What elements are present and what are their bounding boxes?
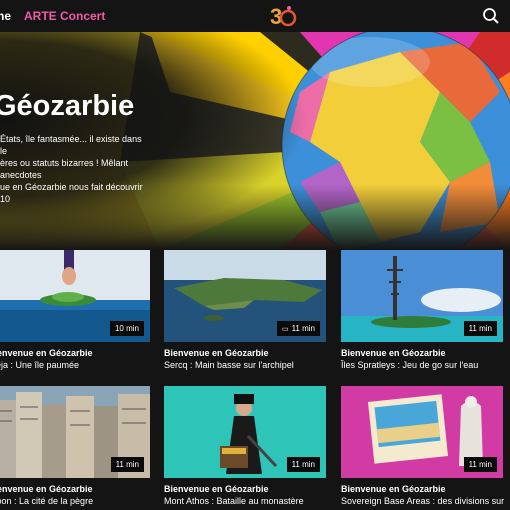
hero-banner[interactable]: Géozarbie États, île fantasmée... il exi… bbox=[0, 32, 510, 250]
video-thumbnail[interactable]: 11 min bbox=[0, 386, 150, 478]
video-thumbnail[interactable]: 11 min bbox=[164, 386, 326, 478]
search-icon[interactable] bbox=[482, 7, 500, 25]
video-thumbnail[interactable]: 10 min bbox=[0, 250, 150, 342]
card-title[interactable]: rnejа : Une île paumée bbox=[0, 360, 150, 370]
card-title[interactable]: Mont Athos : Bataille au monastère bbox=[164, 496, 326, 506]
duration-badge: 10 min bbox=[109, 321, 144, 336]
card-series-label: Bienvenue en Géozarbie bbox=[341, 348, 446, 358]
hero-description: États, île fantasmée... il existe dans l… bbox=[0, 134, 143, 204]
nav-item-arte-concert[interactable]: ARTE Concert bbox=[24, 9, 105, 23]
video-card[interactable]: ▭ 11 min Bienvenue en Géozarbie Sercq : M… bbox=[164, 250, 326, 370]
hero-title: Géozarbie bbox=[0, 90, 135, 122]
nav-item-home[interactable]: ne bbox=[0, 9, 11, 23]
video-card[interactable]: 11 min Bienvenue en Géozarbie Îles Sprat… bbox=[341, 250, 503, 370]
duration-badge: 11 min bbox=[110, 457, 144, 472]
video-card[interactable]: 11 min Bienvenue en Géozarbie wloon : La… bbox=[0, 386, 150, 506]
card-series-label: Bienvenue en Géozarbie bbox=[0, 484, 93, 494]
duration-badge: 11 min bbox=[286, 457, 320, 472]
top-navigation: ne ARTE Concert 3 bbox=[0, 0, 510, 32]
card-title[interactable]: wloon : La cité de la pègre bbox=[0, 496, 150, 506]
card-series-label: Bienvenue en Géozarbie bbox=[341, 484, 446, 494]
duration-badge: 11 min bbox=[463, 321, 497, 336]
card-series-label: Bienvenue en Géozarbie bbox=[164, 348, 269, 358]
duration-badge: ▭ 11 min bbox=[276, 321, 320, 336]
card-series-label: Bienvenue en Géozarbie bbox=[164, 484, 269, 494]
video-thumbnail[interactable]: ▭ 11 min bbox=[164, 250, 326, 342]
card-title[interactable]: Sovereign Base Areas : des divisions sur bbox=[341, 496, 504, 506]
video-card[interactable]: 10 min Bienvenue en Géozarbie rnejа : Un… bbox=[0, 250, 150, 370]
arte-30-logo[interactable]: 3 bbox=[268, 2, 298, 30]
video-thumbnail[interactable]: 11 min bbox=[341, 386, 503, 478]
subtitles-icon: ▭ bbox=[281, 326, 289, 333]
card-title[interactable]: Îles Spratleys : Jeu de go sur l'eau bbox=[341, 360, 503, 370]
card-series-label: Bienvenue en Géozarbie bbox=[0, 348, 93, 358]
video-thumbnail[interactable]: 11 min bbox=[341, 250, 503, 342]
card-title[interactable]: Sercq : Main basse sur l'archipel bbox=[164, 360, 326, 370]
video-card[interactable]: 11 min Bienvenue en Géozarbie Sovereign … bbox=[341, 386, 504, 506]
duration-badge: 11 min bbox=[463, 457, 497, 472]
video-card[interactable]: 11 min Bienvenue en Géozarbie Mont Athos… bbox=[164, 386, 326, 506]
duration-text: 11 min bbox=[291, 324, 315, 333]
